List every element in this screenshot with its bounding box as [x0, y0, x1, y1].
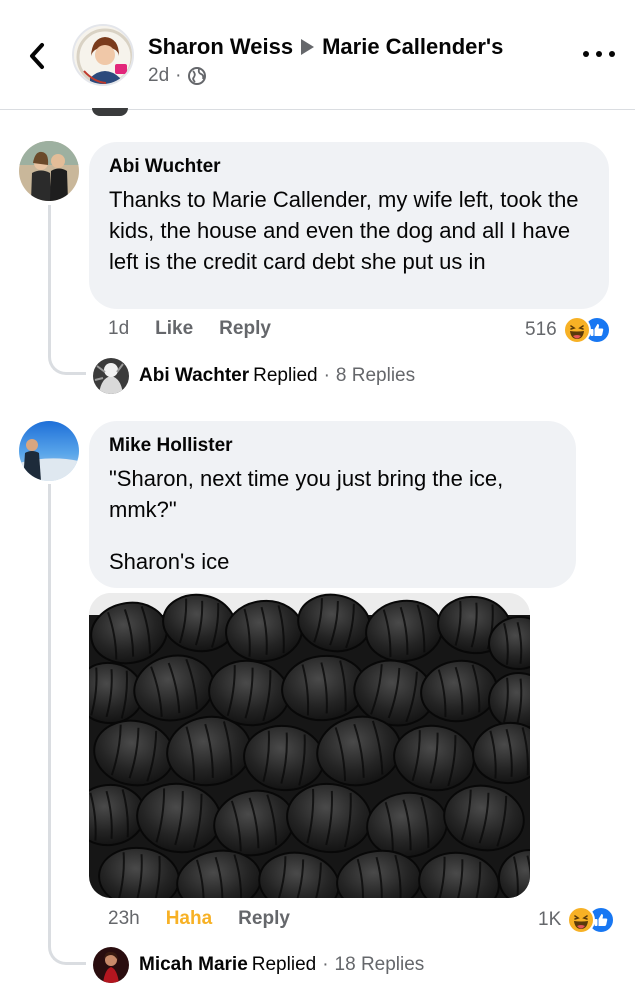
comment-text-line2: Sharon's ice	[109, 549, 230, 574]
comment-text: Thanks to Marie Callender, my wife left,…	[109, 187, 579, 274]
commenter-avatar[interactable]	[19, 421, 79, 481]
more-dot-icon	[583, 51, 589, 57]
commenter-avatar[interactable]	[19, 141, 79, 201]
chevron-left-icon	[30, 43, 44, 69]
replied-label: Replied	[251, 954, 317, 975]
reaction-summary[interactable]: 516	[525, 316, 611, 344]
comment-author[interactable]: Mike Hollister	[109, 435, 558, 457]
shared-to-arrow-icon	[301, 39, 315, 55]
previous-reply-avatar-cutoff	[92, 108, 128, 116]
comment-text: "Sharon, next time you just bring the ic…	[109, 466, 504, 522]
more-dot-icon	[596, 51, 602, 57]
haha-icon	[567, 906, 596, 934]
comment-photo-attachment[interactable]	[89, 593, 530, 898]
globe-icon	[188, 67, 207, 85]
haha-icon	[562, 316, 591, 344]
reaction-count: 1K	[538, 909, 562, 930]
like-button[interactable]: Like	[155, 318, 193, 340]
comment-actions: 1d Like Reply	[108, 318, 271, 340]
meta-separator: ·	[322, 954, 329, 975]
meta-separator: ·	[175, 65, 182, 86]
thread-connector	[48, 353, 86, 375]
thread-line	[48, 484, 51, 945]
post-title: Sharon Weiss Marie Callender's	[148, 34, 503, 60]
replies-count: 18 Replies	[334, 954, 425, 975]
comment-bubble[interactable]: Mike Hollister "Sharon, next time you ju…	[89, 421, 576, 588]
comment-actions: 23h Haha Reply	[108, 908, 290, 930]
poster-name[interactable]: Sharon Weiss	[148, 34, 293, 60]
page-name[interactable]: Marie Callender's	[322, 34, 503, 60]
reply-author: Micah Marie	[139, 954, 248, 975]
post-time[interactable]: 2d	[148, 65, 169, 87]
back-button[interactable]	[22, 36, 52, 76]
meta-separator: ·	[323, 365, 330, 386]
more-options-button[interactable]	[583, 42, 615, 66]
thread-connector	[48, 943, 86, 965]
reply-avatar	[93, 358, 129, 394]
view-replies[interactable]: Micah Marie Replied · 18 Replies	[93, 947, 424, 983]
view-replies[interactable]: Abi Wachter Replied · 8 Replies	[93, 358, 415, 394]
replies-count: 8 Replies	[335, 365, 416, 386]
reply-button[interactable]: Reply	[238, 908, 290, 930]
post-header: Sharon Weiss Marie Callender's 2d ·	[0, 0, 635, 110]
replied-label: Replied	[253, 365, 318, 386]
reply-author: Abi Wachter	[139, 365, 250, 386]
reply-button[interactable]: Reply	[219, 318, 271, 340]
reaction-summary[interactable]: 1K	[538, 906, 616, 934]
comment-bubble[interactable]: Abi Wuchter Thanks to Marie Callender, m…	[89, 142, 609, 309]
thread-line	[48, 205, 51, 355]
comment-time[interactable]: 1d	[108, 318, 129, 340]
post-meta: 2d ·	[148, 65, 207, 87]
reaction-count: 516	[525, 319, 557, 340]
more-dot-icon	[609, 51, 615, 57]
reply-avatar	[93, 947, 129, 983]
poster-avatar[interactable]	[72, 24, 134, 86]
comment-author[interactable]: Abi Wuchter	[109, 156, 591, 178]
charcoal-briquettes-photo	[89, 593, 530, 898]
comment-time[interactable]: 23h	[108, 908, 140, 930]
haha-reaction-button[interactable]: Haha	[166, 908, 212, 930]
